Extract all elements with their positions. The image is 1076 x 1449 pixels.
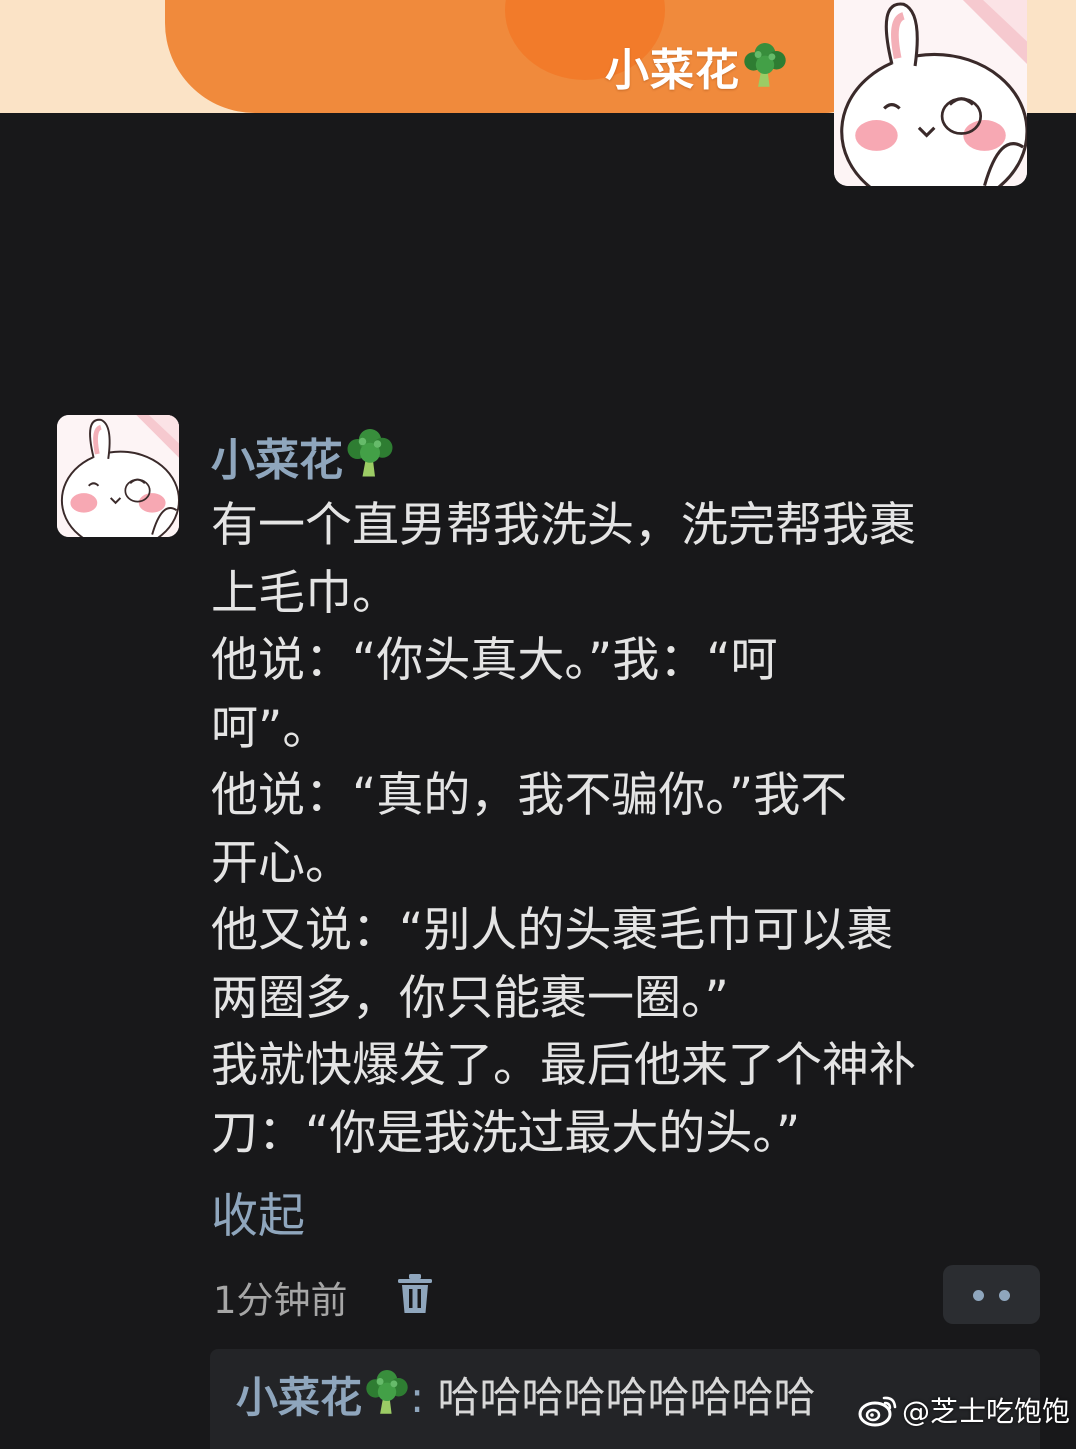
comment-line: 刀：“你是我洗过最大的头。” bbox=[211, 1105, 801, 1161]
watermark-text: @芝士吃饱饱 bbox=[902, 1395, 1071, 1428]
banner-title-text: 小菜花 bbox=[605, 45, 740, 96]
rabbit-avatar-icon bbox=[834, 0, 1027, 186]
comment-line: 两圈多，你只能裹一圈。” bbox=[211, 970, 729, 1026]
reply-author[interactable]: 小菜花 bbox=[236, 1373, 410, 1422]
trash-icon[interactable] bbox=[396, 1273, 434, 1315]
more-options-button[interactable] bbox=[943, 1265, 1040, 1324]
comment-timestamp: 1分钟前 bbox=[213, 1279, 348, 1322]
comment-avatar[interactable] bbox=[57, 415, 179, 537]
comment-author-name: 小菜花 bbox=[211, 435, 343, 486]
comment-line: 他说：“真的，我不骗你。”我不 bbox=[211, 768, 848, 823]
more-dots-icon bbox=[973, 1290, 984, 1301]
watermark: @芝士吃饱饱 bbox=[858, 1390, 1070, 1430]
comment-line: 我就快爆发了。最后他来了个神补 bbox=[211, 1038, 916, 1093]
comment-body: 有一个直男帮我洗头，洗完帮我裹 上毛巾。 他说：“你头真大。”我：“呵 呵”。 … bbox=[211, 492, 1001, 1167]
reply-separator: : bbox=[410, 1373, 425, 1422]
collapse-link[interactable]: 收起 bbox=[211, 1177, 305, 1246]
comment-line: 他说：“你头真大。”我：“呵 bbox=[211, 633, 778, 688]
comment-line: 上毛巾。 bbox=[211, 565, 399, 621]
comment-line: 开心。 bbox=[211, 835, 352, 891]
comment-line: 他又说：“别人的头裹毛巾可以裹 bbox=[211, 903, 894, 958]
comment-author[interactable]: 小菜花 bbox=[211, 424, 395, 488]
more-dots-icon bbox=[999, 1290, 1010, 1301]
reply-text: 哈哈哈哈哈哈哈哈哈 bbox=[437, 1373, 816, 1422]
weibo-logo-icon bbox=[858, 1396, 897, 1427]
broccoli-icon bbox=[364, 1370, 410, 1416]
profile-avatar[interactable] bbox=[834, 0, 1027, 186]
comment-line: 有一个直男帮我洗头，洗完帮我裹 bbox=[211, 498, 916, 553]
reply-item[interactable]: 小菜花: 哈哈哈哈哈哈哈哈哈 bbox=[236, 1364, 816, 1425]
rabbit-avatar-icon bbox=[57, 415, 179, 537]
reply-author-name: 小菜花 bbox=[236, 1373, 363, 1422]
broccoli-icon bbox=[742, 43, 788, 89]
comment-line: 呵”。 bbox=[211, 700, 330, 756]
banner-title: 小菜花 bbox=[605, 34, 788, 98]
broccoli-icon bbox=[345, 429, 395, 479]
